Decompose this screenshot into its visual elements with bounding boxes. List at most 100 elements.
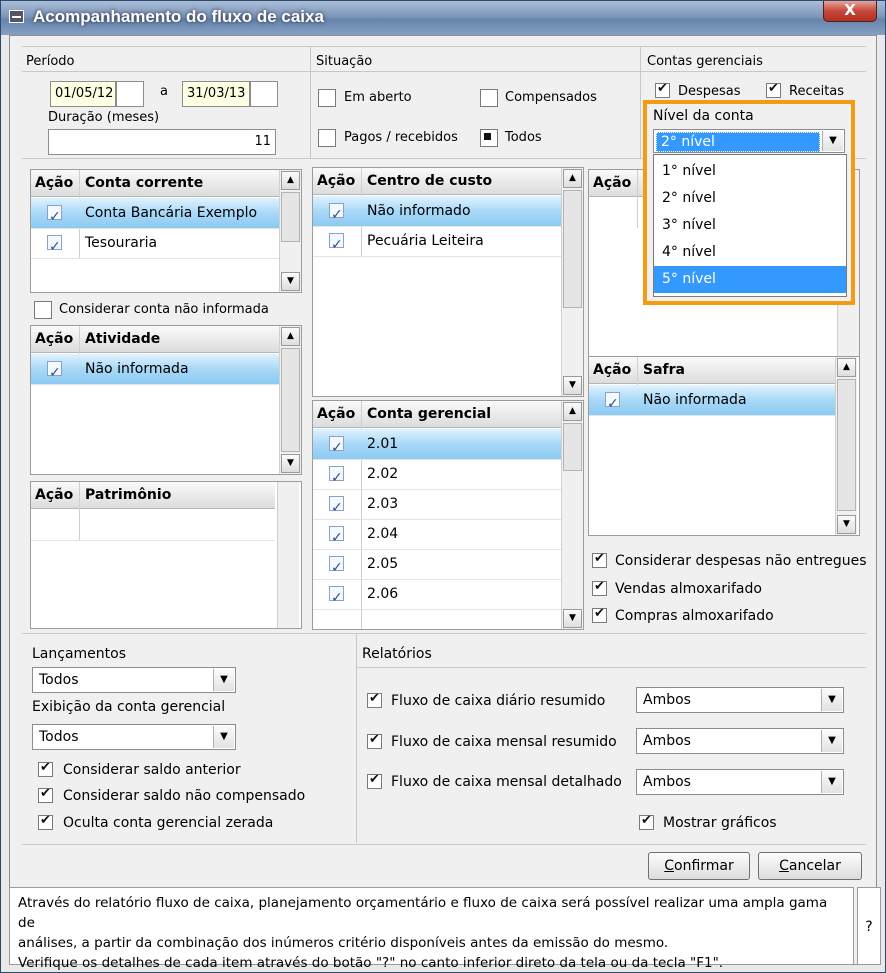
pagos-checkbox[interactable] <box>318 129 336 147</box>
title-bar[interactable]: Acompanhamento do fluxo de caixa X <box>1 1 885 35</box>
scroll-up-icon[interactable]: ▲ <box>837 358 856 377</box>
scroll-thumb[interactable] <box>281 348 300 452</box>
table-row[interactable]: 2.04 <box>313 519 561 553</box>
dropdown-option[interactable]: 1° nível <box>654 158 846 185</box>
table-row[interactable]: Conta Bancária Exemplo <box>31 198 279 232</box>
row-checkbox[interactable] <box>47 202 62 232</box>
atividade-header: Ação Atividade <box>31 326 279 353</box>
scroll-down-icon[interactable]: ▼ <box>837 515 856 534</box>
cancelar-button[interactable]: Cancelar <box>758 852 862 880</box>
atividade-scrollbar[interactable]: ▲ ▼ <box>279 326 301 474</box>
row-checkbox[interactable] <box>329 583 344 613</box>
exibicao-select[interactable]: Todos ▼ <box>32 724 236 750</box>
duracao-field[interactable]: 11 <box>48 129 276 155</box>
table-row[interactable]: 2.01 <box>313 429 561 463</box>
row-checkbox[interactable] <box>329 433 344 463</box>
mensal-detalhado-select[interactable]: Ambos ▼ <box>636 769 844 795</box>
scroll-down-icon[interactable]: ▼ <box>281 454 300 473</box>
dropdown-option[interactable]: 2° nível <box>654 185 846 212</box>
vendas-almoxarifado-checkbox[interactable] <box>592 579 607 596</box>
table-row[interactable]: 2.02 <box>313 459 561 493</box>
row-checkbox[interactable] <box>329 523 344 553</box>
table-row[interactable]: Pecuária Leiteira <box>313 226 561 260</box>
help-button[interactable]: ? <box>857 887 881 965</box>
centro-custo-scrollbar[interactable]: ▲ ▼ <box>561 168 583 396</box>
scroll-up-icon[interactable]: ▲ <box>281 327 300 346</box>
despesas-nao-entregues-checkbox[interactable] <box>592 551 607 568</box>
todos-checkbox[interactable] <box>480 129 498 147</box>
close-button[interactable]: X <box>823 1 877 22</box>
scroll-up-icon[interactable]: ▲ <box>281 171 300 190</box>
confirmar-button[interactable]: Confirmar <box>648 852 750 880</box>
receitas-checkbox[interactable] <box>766 81 781 98</box>
table-row[interactable]: 2.05 <box>313 549 561 583</box>
dropdown-option[interactable]: 4° nível <box>654 239 846 266</box>
table-row[interactable]: 2.06 <box>313 579 561 613</box>
scroll-thumb[interactable] <box>837 379 856 511</box>
chevron-down-icon[interactable]: ▼ <box>213 726 234 748</box>
exibicao-value: Todos <box>39 729 79 745</box>
chevron-down-icon[interactable]: ▼ <box>821 689 842 711</box>
row-checkbox[interactable] <box>329 200 344 230</box>
nivel-conta-select[interactable]: 2° nível ▼ <box>653 129 845 153</box>
relatorios-label: Relatórios <box>362 646 432 662</box>
table-row[interactable]: Não informada <box>589 385 835 419</box>
system-menu-icon[interactable] <box>9 10 24 23</box>
mostrar-graficos-checkbox[interactable] <box>639 813 654 830</box>
row-checkbox[interactable] <box>47 232 62 262</box>
end-date-picker[interactable] <box>250 81 278 107</box>
scroll-down-icon[interactable]: ▼ <box>563 376 582 395</box>
em-aberto-checkbox[interactable] <box>318 89 336 107</box>
table-row[interactable]: Não informada <box>31 354 279 388</box>
considerar-nao-informada-checkbox[interactable] <box>34 301 52 319</box>
table-row[interactable]: Não informado <box>313 196 561 230</box>
scroll-down-icon[interactable]: ▼ <box>563 609 582 628</box>
start-date-picker[interactable] <box>116 81 144 107</box>
chevron-down-icon[interactable]: ▼ <box>821 730 842 752</box>
window-title: Acompanhamento do fluxo de caixa <box>33 7 324 26</box>
diario-resumido-select[interactable]: Ambos ▼ <box>636 687 844 713</box>
compras-almoxarifado-checkbox[interactable] <box>592 606 607 623</box>
conta-gerencial-scrollbar[interactable]: ▲ ▼ <box>561 401 583 629</box>
chevron-down-icon[interactable]: ▼ <box>821 771 842 793</box>
saldo-nao-compensado-checkbox[interactable] <box>38 786 53 803</box>
row-checkbox[interactable] <box>329 553 344 583</box>
mensal-detalhado-checkbox[interactable] <box>367 772 382 789</box>
diario-resumido-checkbox[interactable] <box>367 691 382 708</box>
saldo-anterior-checkbox[interactable] <box>38 760 53 777</box>
dropdown-option[interactable]: 3° nível <box>654 212 846 239</box>
dropdown-option-selected[interactable]: 5° nível <box>654 266 846 293</box>
help-text-panel: Através do relatório fluxo de caixa, pla… <box>9 887 854 971</box>
conta-corrente-scrollbar[interactable]: ▲ ▼ <box>279 170 301 292</box>
oculta-zerada-checkbox[interactable] <box>38 813 53 830</box>
compensados-checkbox[interactable] <box>480 89 498 107</box>
scroll-down-icon[interactable]: ▼ <box>281 272 300 291</box>
safra-header: Ação Safra <box>589 357 835 384</box>
nivel-conta-dropdown-list: 1° nível 2° nível 3° nível 4° nível 5° n… <box>653 154 847 297</box>
despesas-checkbox[interactable] <box>655 81 670 98</box>
mensal-resumido-checkbox[interactable] <box>367 732 382 749</box>
safra-scrollbar[interactable]: ▲ ▼ <box>835 357 857 535</box>
row-checkbox[interactable] <box>605 389 620 419</box>
mensal-resumido-select[interactable]: Ambos ▼ <box>636 728 844 754</box>
row-checkbox[interactable] <box>329 230 344 260</box>
patrimonio-scrollbar[interactable] <box>277 482 299 628</box>
lancamentos-select[interactable]: Todos ▼ <box>32 667 236 693</box>
row-checkbox[interactable] <box>329 493 344 523</box>
pagos-label: Pagos / recebidos <box>344 130 458 145</box>
start-date-field[interactable]: 01/05/12 <box>50 81 116 107</box>
row-checkbox[interactable] <box>47 358 62 388</box>
chevron-down-icon[interactable]: ▼ <box>213 669 234 691</box>
table-row[interactable]: 2.03 <box>313 489 561 523</box>
conta-corrente-grid: Ação Conta corrente Conta Bancária Exemp… <box>30 169 302 293</box>
scroll-up-icon[interactable]: ▲ <box>563 169 582 188</box>
scroll-thumb[interactable] <box>563 423 582 471</box>
row-label: 2.02 <box>367 466 399 482</box>
chevron-down-icon[interactable]: ▼ <box>822 131 843 151</box>
scroll-thumb[interactable] <box>281 192 300 242</box>
table-row[interactable]: Tesouraria <box>31 228 279 262</box>
end-date-field[interactable]: 31/03/13 <box>182 81 250 107</box>
scroll-thumb[interactable] <box>563 190 582 308</box>
row-checkbox[interactable] <box>329 463 344 493</box>
scroll-up-icon[interactable]: ▲ <box>563 402 582 421</box>
